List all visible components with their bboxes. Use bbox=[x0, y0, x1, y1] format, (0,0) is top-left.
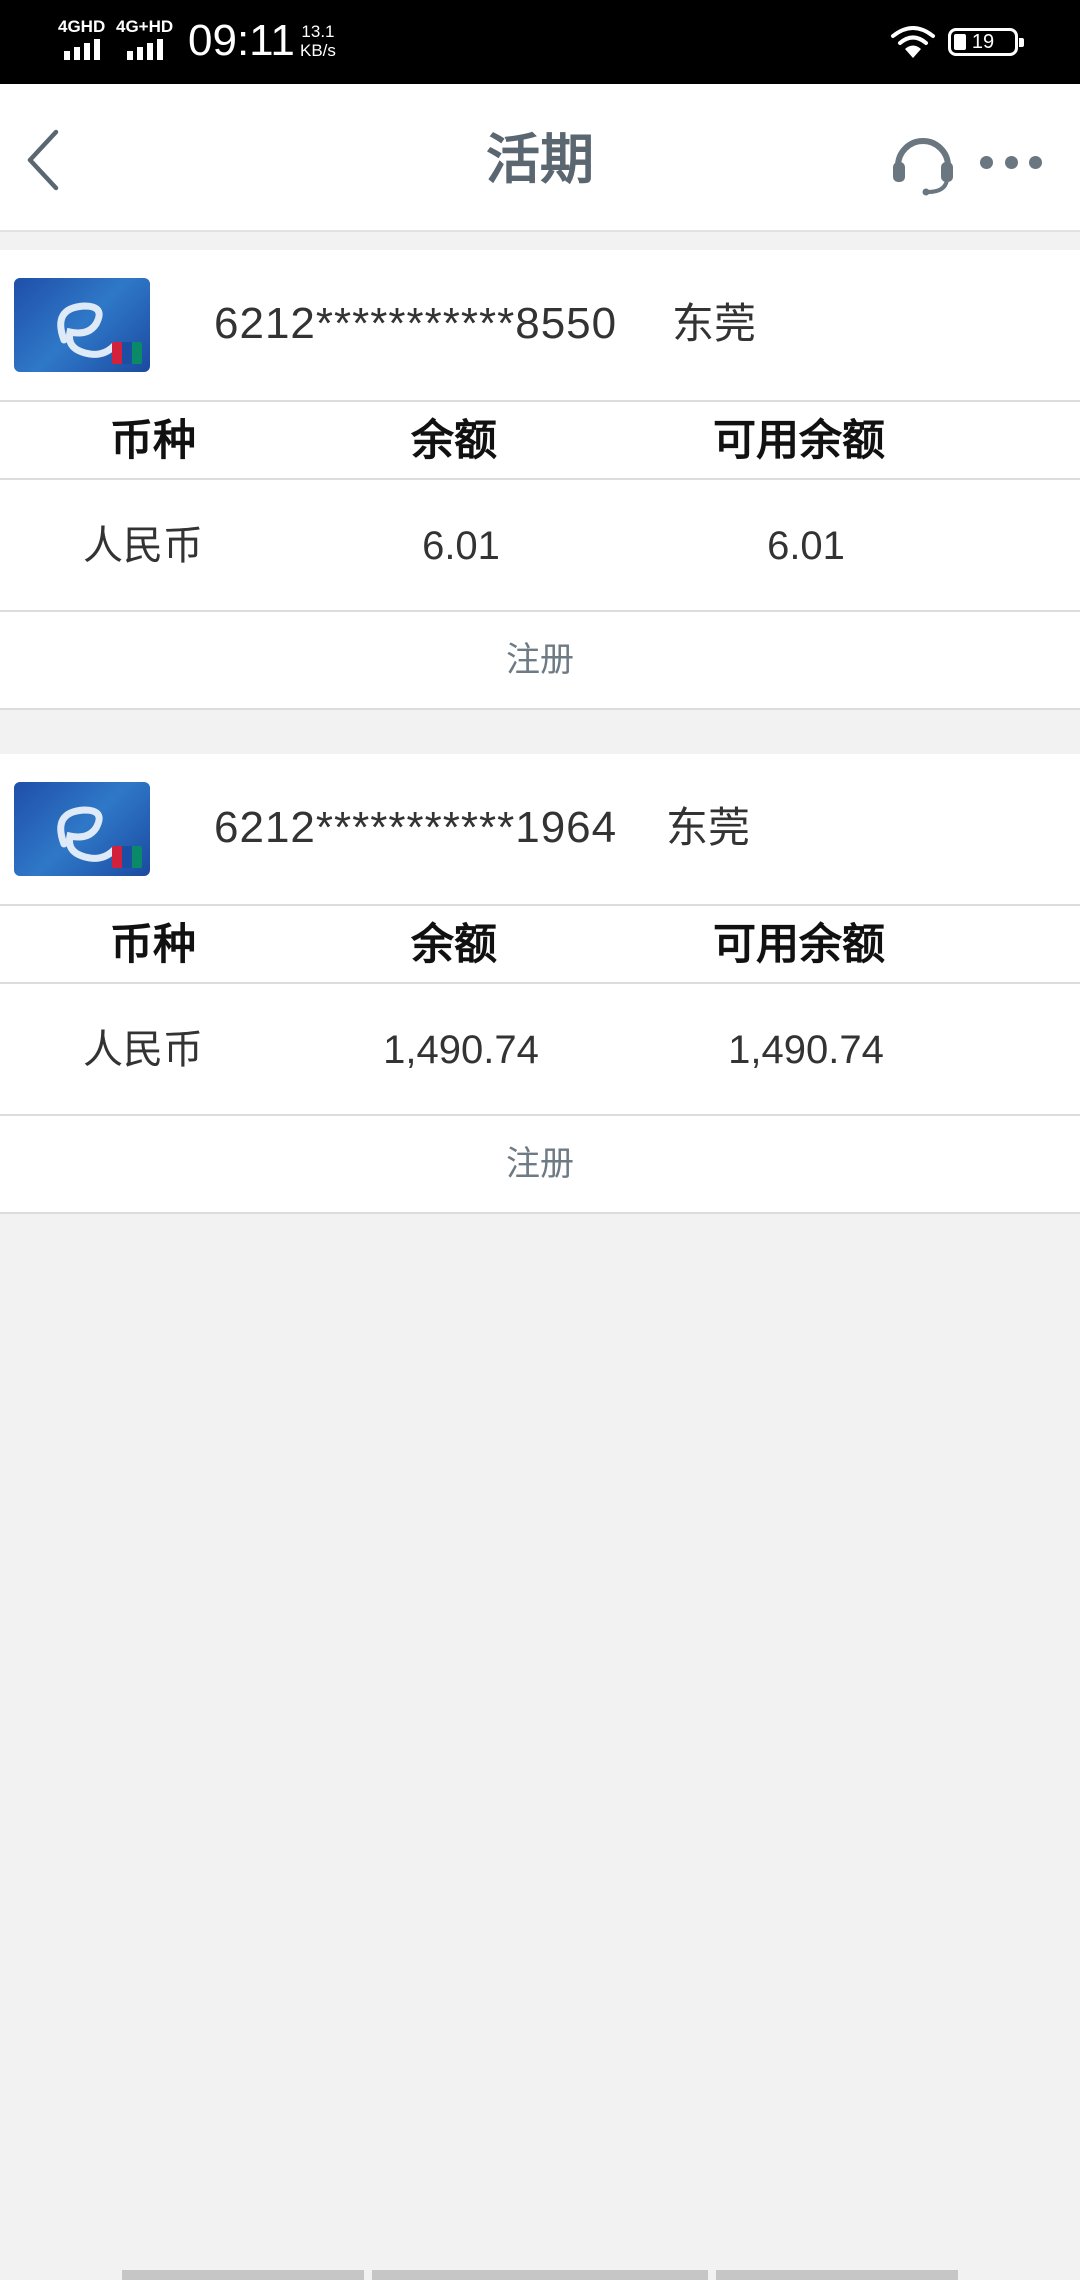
col-available: 可用余额 bbox=[713, 416, 885, 466]
table-row[interactable]: 人民币 1,490.74 1,490.74 bbox=[0, 984, 1080, 1116]
account-card: 6212***********8550 东莞 币种 余额 可用余额 人民币 6.… bbox=[0, 250, 1080, 710]
col-balance: 余额 bbox=[411, 416, 497, 466]
col-available: 可用余额 bbox=[713, 920, 885, 970]
cell-available: 1,490.74 bbox=[728, 1028, 884, 1072]
cell-currency: 人民币 bbox=[83, 523, 203, 569]
table-row[interactable]: 人民币 6.01 6.01 bbox=[0, 480, 1080, 612]
network-speed: 13.1 KB/s bbox=[300, 22, 336, 60]
column-headers: 币种 余额 可用余额 bbox=[0, 402, 1080, 480]
bottom-gesture-bar bbox=[0, 2270, 1080, 2280]
register-button[interactable]: 注册 bbox=[0, 1116, 1080, 1214]
col-currency: 币种 bbox=[110, 416, 196, 466]
clock: 09:11 bbox=[188, 16, 295, 65]
network-type-1: 4GHD bbox=[58, 17, 106, 36]
status-bar: 4GHD 4G+HD 09:11 13.1 KB/s 19 bbox=[0, 0, 1080, 84]
account-header: 6212***********1964 东莞 bbox=[0, 754, 1080, 906]
column-headers: 币种 余额 可用余额 bbox=[0, 906, 1080, 984]
account-number: 6212***********8550 bbox=[214, 299, 618, 348]
register-button[interactable]: 注册 bbox=[0, 612, 1080, 710]
col-balance: 余额 bbox=[411, 920, 497, 970]
battery-icon: 19 bbox=[948, 28, 1024, 56]
col-currency: 币种 bbox=[110, 920, 196, 970]
account-header: 6212***********8550 东莞 bbox=[0, 250, 1080, 402]
network-type-2: 4G+HD bbox=[116, 17, 174, 36]
cell-balance: 1,490.74 bbox=[383, 1028, 539, 1072]
account-card: 6212***********1964 东莞 币种 余额 可用余额 人民币 1,… bbox=[0, 754, 1080, 1214]
battery-level: 19 bbox=[971, 30, 995, 53]
account-city: 东莞 bbox=[666, 803, 751, 852]
cell-available: 6.01 bbox=[767, 524, 845, 568]
wifi-icon bbox=[891, 26, 935, 58]
bank-card-image bbox=[14, 278, 150, 372]
speed-unit: KB/s bbox=[300, 41, 336, 60]
cell-balance: 6.01 bbox=[422, 524, 500, 568]
more-dots-icon[interactable] bbox=[980, 144, 1042, 180]
speed-value: 13.1 bbox=[301, 22, 335, 41]
cellular-signal-icon-2: 4G+HD bbox=[116, 18, 173, 60]
cell-currency: 人民币 bbox=[83, 1027, 203, 1073]
account-city: 东莞 bbox=[672, 299, 757, 348]
cellular-signal-icon: 4GHD bbox=[58, 18, 105, 60]
headset-icon[interactable] bbox=[890, 130, 956, 196]
unionpay-logo-icon bbox=[112, 342, 142, 364]
account-number: 6212***********1964 bbox=[214, 803, 618, 852]
unionpay-logo-icon bbox=[112, 846, 142, 868]
nav-bar: 活期 bbox=[0, 84, 1080, 232]
bank-card-image bbox=[14, 782, 150, 876]
